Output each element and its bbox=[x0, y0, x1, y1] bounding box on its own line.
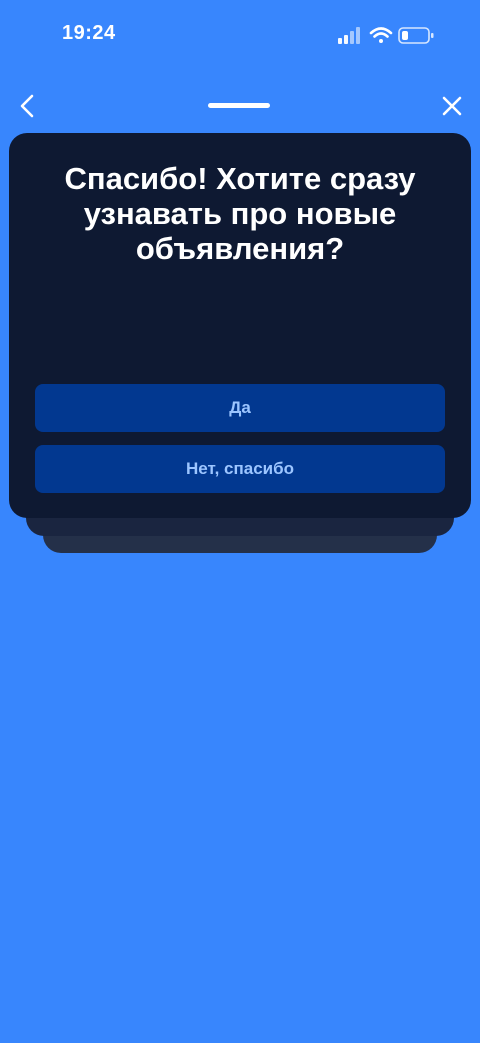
battery-icon bbox=[398, 27, 434, 44]
question-card: Спасибо! Хотите сразу узнавать про новые… bbox=[9, 133, 471, 518]
status-bar: 19:24 bbox=[0, 0, 480, 70]
cellular-signal-icon bbox=[338, 27, 360, 44]
status-icons bbox=[338, 24, 438, 48]
card-title: Спасибо! Хотите сразу узнавать про новые… bbox=[64, 161, 416, 266]
wifi-icon bbox=[369, 27, 393, 43]
back-button[interactable] bbox=[10, 88, 46, 124]
no-thanks-button[interactable]: Нет, спасибо bbox=[35, 445, 445, 493]
close-button[interactable] bbox=[434, 88, 470, 124]
drag-handle[interactable] bbox=[208, 103, 270, 108]
yes-button[interactable]: Да bbox=[35, 384, 445, 432]
status-time: 19:24 bbox=[62, 22, 116, 44]
close-icon bbox=[442, 96, 462, 116]
chevron-left-icon bbox=[20, 94, 34, 118]
nav-bar bbox=[0, 84, 480, 130]
